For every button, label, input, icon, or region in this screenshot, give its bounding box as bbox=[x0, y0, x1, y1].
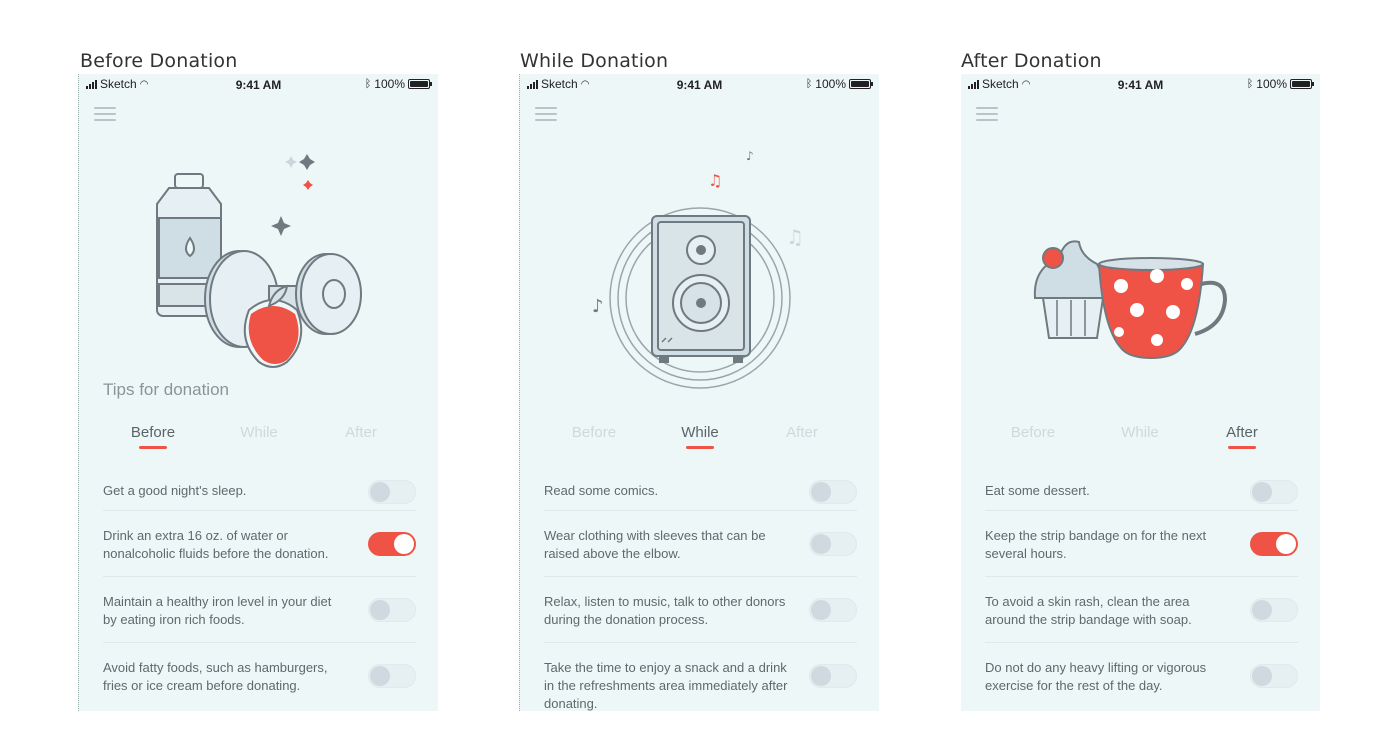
list-item: Eat some dessert. bbox=[985, 474, 1298, 511]
status-bar: Sketch ◠ 9:41 AM ᛒ 100% bbox=[961, 74, 1320, 94]
tab-while[interactable]: While bbox=[650, 424, 750, 449]
tips-list: Read some comics. Wear clothing with sle… bbox=[544, 474, 857, 711]
list-item: Relax, listen to music, talk to other do… bbox=[544, 577, 857, 643]
list-item: Drink an extra 16 oz. of water or nonalc… bbox=[103, 511, 416, 577]
list-item: Take the time to enjoy a snack and a dri… bbox=[544, 643, 857, 711]
speaker-icon bbox=[651, 215, 751, 363]
polka-dot-cup-icon bbox=[1097, 257, 1228, 360]
battery-icon bbox=[408, 79, 432, 89]
tip-toggle[interactable] bbox=[809, 532, 857, 556]
tip-text: Get a good night's sleep. bbox=[103, 483, 247, 498]
svg-text:♫: ♫ bbox=[708, 171, 722, 190]
tab-while[interactable]: While bbox=[209, 424, 309, 441]
screen-title-after: After Donation bbox=[961, 50, 1102, 72]
tips-title: Tips for donation bbox=[103, 380, 229, 399]
bluetooth-icon: ᛒ bbox=[805, 78, 813, 90]
screen-title-before: Before Donation bbox=[80, 50, 238, 72]
tab-before[interactable]: Before bbox=[103, 424, 203, 449]
tab-while[interactable]: While bbox=[1090, 424, 1190, 441]
tip-text: Take the time to enjoy a snack and a dri… bbox=[544, 660, 788, 711]
svg-text:♪: ♪ bbox=[746, 149, 754, 163]
tips-list: Get a good night's sleep. Drink an extra… bbox=[103, 474, 416, 708]
tab-after[interactable]: After bbox=[752, 424, 852, 441]
tip-text: Keep the strip bandage on for the next s… bbox=[985, 528, 1207, 561]
tab-bar: Before While After bbox=[79, 424, 438, 454]
tip-toggle[interactable] bbox=[368, 532, 416, 556]
tips-list: Eat some dessert. Keep the strip bandage… bbox=[985, 474, 1298, 708]
tip-text: Relax, listen to music, talk to other do… bbox=[544, 594, 786, 627]
hamburger-menu-icon[interactable] bbox=[94, 107, 116, 125]
list-item: Do not do any heavy lifting or vigorous … bbox=[985, 643, 1298, 708]
tab-bar: Before While After bbox=[520, 424, 879, 454]
phone-screen-before: Sketch ◠ 9:41 AM ᛒ 100% Tips for donatio… bbox=[78, 74, 438, 711]
tip-text: Avoid fatty foods, such as hamburgers, f… bbox=[103, 660, 328, 693]
list-item: Keep the strip bandage on for the next s… bbox=[985, 511, 1298, 577]
tip-toggle[interactable] bbox=[368, 598, 416, 622]
tab-before[interactable]: Before bbox=[983, 424, 1083, 441]
battery-percent: 100% bbox=[1256, 77, 1287, 91]
svg-text:♫: ♫ bbox=[786, 225, 804, 249]
list-item: Avoid fatty foods, such as hamburgers, f… bbox=[103, 643, 416, 708]
tip-toggle[interactable] bbox=[368, 480, 416, 504]
status-bar: Sketch ◠ 9:41 AM ᛒ 100% bbox=[520, 74, 879, 94]
svg-text:♪: ♪ bbox=[592, 296, 604, 317]
tip-text: Maintain a healthy iron level in your di… bbox=[103, 594, 332, 627]
screen-title-while: While Donation bbox=[520, 50, 669, 72]
list-item: Get a good night's sleep. bbox=[103, 474, 416, 511]
cupcake-icon bbox=[1033, 240, 1106, 339]
tab-after[interactable]: After bbox=[1192, 424, 1292, 449]
tip-toggle[interactable] bbox=[1250, 598, 1298, 622]
list-item: Maintain a healthy iron level in your di… bbox=[103, 577, 416, 643]
sparkle-icon bbox=[271, 154, 315, 236]
tab-bar: Before While After bbox=[961, 424, 1320, 454]
bluetooth-icon: ᛒ bbox=[364, 78, 372, 90]
battery-percent: 100% bbox=[815, 77, 846, 91]
tip-text: Wear clothing with sleeves that can be r… bbox=[544, 528, 766, 561]
before-illustration bbox=[156, 154, 362, 368]
phone-screen-after: Sketch ◠ 9:41 AM ᛒ 100% Before While Aft… bbox=[961, 74, 1320, 711]
tip-toggle[interactable] bbox=[809, 598, 857, 622]
list-item: To avoid a skin rash, clean the area aro… bbox=[985, 577, 1298, 643]
tip-toggle[interactable] bbox=[1250, 480, 1298, 504]
phone-screen-while: Sketch ◠ 9:41 AM ᛒ 100% ♫ ♪ ♫ ♪ Before W… bbox=[519, 74, 879, 711]
list-item: Read some comics. bbox=[544, 474, 857, 511]
tip-text: To avoid a skin rash, clean the area aro… bbox=[985, 594, 1192, 627]
tip-text: Do not do any heavy lifting or vigorous … bbox=[985, 660, 1207, 693]
tip-toggle[interactable] bbox=[368, 664, 416, 688]
tip-text: Drink an extra 16 oz. of water or nonalc… bbox=[103, 528, 329, 561]
tip-toggle[interactable] bbox=[809, 480, 857, 504]
tip-text: Read some comics. bbox=[544, 483, 659, 498]
tip-toggle[interactable] bbox=[1250, 664, 1298, 688]
bluetooth-icon: ᛒ bbox=[1246, 78, 1254, 90]
while-illustration: ♫ ♪ ♫ ♪ bbox=[592, 149, 804, 389]
tip-toggle[interactable] bbox=[809, 664, 857, 688]
battery-percent: 100% bbox=[374, 77, 405, 91]
after-illustration bbox=[1033, 240, 1228, 360]
tip-text: Eat some dessert. bbox=[985, 483, 1090, 498]
tab-after[interactable]: After bbox=[311, 424, 411, 441]
status-bar: Sketch ◠ 9:41 AM ᛒ 100% bbox=[79, 74, 438, 94]
hamburger-menu-icon[interactable] bbox=[535, 107, 557, 125]
hamburger-menu-icon[interactable] bbox=[976, 107, 998, 125]
tip-toggle[interactable] bbox=[1250, 532, 1298, 556]
battery-icon bbox=[849, 79, 873, 89]
battery-icon bbox=[1290, 79, 1314, 89]
list-item: Wear clothing with sleeves that can be r… bbox=[544, 511, 857, 577]
tab-before[interactable]: Before bbox=[544, 424, 644, 441]
